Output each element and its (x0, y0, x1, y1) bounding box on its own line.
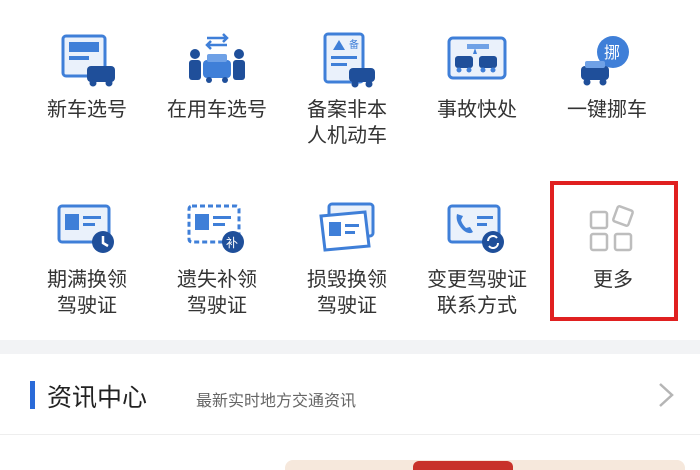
service-new-car-plate[interactable]: 新车选号 (22, 0, 152, 150)
service-label: 遗失补领 驾驶证 (177, 267, 257, 317)
service-label: 新车选号 (47, 97, 127, 121)
new-car-plate-icon (61, 34, 115, 87)
service-change-contact[interactable]: 变更驾驶证 联系方式 (412, 170, 542, 320)
registration-badge: 备 (349, 38, 359, 51)
service-used-car-plate[interactable]: 在用车选号 (152, 0, 282, 150)
news-title: 资讯中心 (47, 383, 148, 412)
service-license-replace-damaged[interactable]: 损毁换领 驾驶证 (282, 170, 412, 320)
service-move-car[interactable]: 挪 一键挪车 (542, 0, 672, 150)
reissue-badge: 补 (226, 236, 238, 250)
service-label: 变更驾驶证 联系方式 (427, 267, 527, 317)
change-contact-icon (447, 204, 504, 253)
service-label: 一键挪车 (567, 97, 647, 121)
accident-handling-icon (447, 36, 507, 80)
service-label: 损毁换领 驾驶证 (307, 267, 387, 317)
service-license-renewal[interactable]: 期满换领 驾驶证 (22, 170, 152, 320)
news-accent-bar (30, 381, 35, 409)
more-highlight-box (550, 181, 678, 321)
service-accident-handling[interactable]: 事故快处 (412, 0, 542, 150)
section-divider (0, 340, 700, 354)
used-car-plate-icon (189, 33, 245, 83)
service-label: 在用车选号 (167, 97, 267, 121)
move-car-icon: 挪 (581, 36, 629, 86)
vehicle-registration-icon: 备 (323, 32, 375, 88)
service-label: 期满换领 驾驶证 (47, 267, 127, 317)
news-center-bar[interactable]: 资讯中心 最新实时地方交通资讯 (0, 354, 700, 435)
banner-preview[interactable] (285, 460, 685, 470)
service-license-reissue[interactable]: 补 遗失补领 驾驶证 (152, 170, 282, 320)
banner-red-shape (413, 461, 513, 470)
service-vehicle-registration[interactable]: 备 备案非本 人机动车 (282, 0, 412, 150)
service-grid: 新车选号 在用车选号 备 备案非本 人机动车 事故快处 挪 一键挪车 期满换领 … (0, 0, 700, 340)
news-subtitle: 最新实时地方交通资讯 (196, 391, 357, 410)
service-label: 备案非本 人机动车 (307, 97, 387, 147)
license-reissue-icon: 补 (187, 204, 244, 253)
chevron-right-icon[interactable] (654, 380, 678, 410)
license-renewal-icon (57, 204, 114, 253)
license-replace-damaged-icon (319, 202, 375, 252)
move-car-badge: 挪 (604, 43, 620, 62)
service-label: 事故快处 (437, 97, 517, 121)
